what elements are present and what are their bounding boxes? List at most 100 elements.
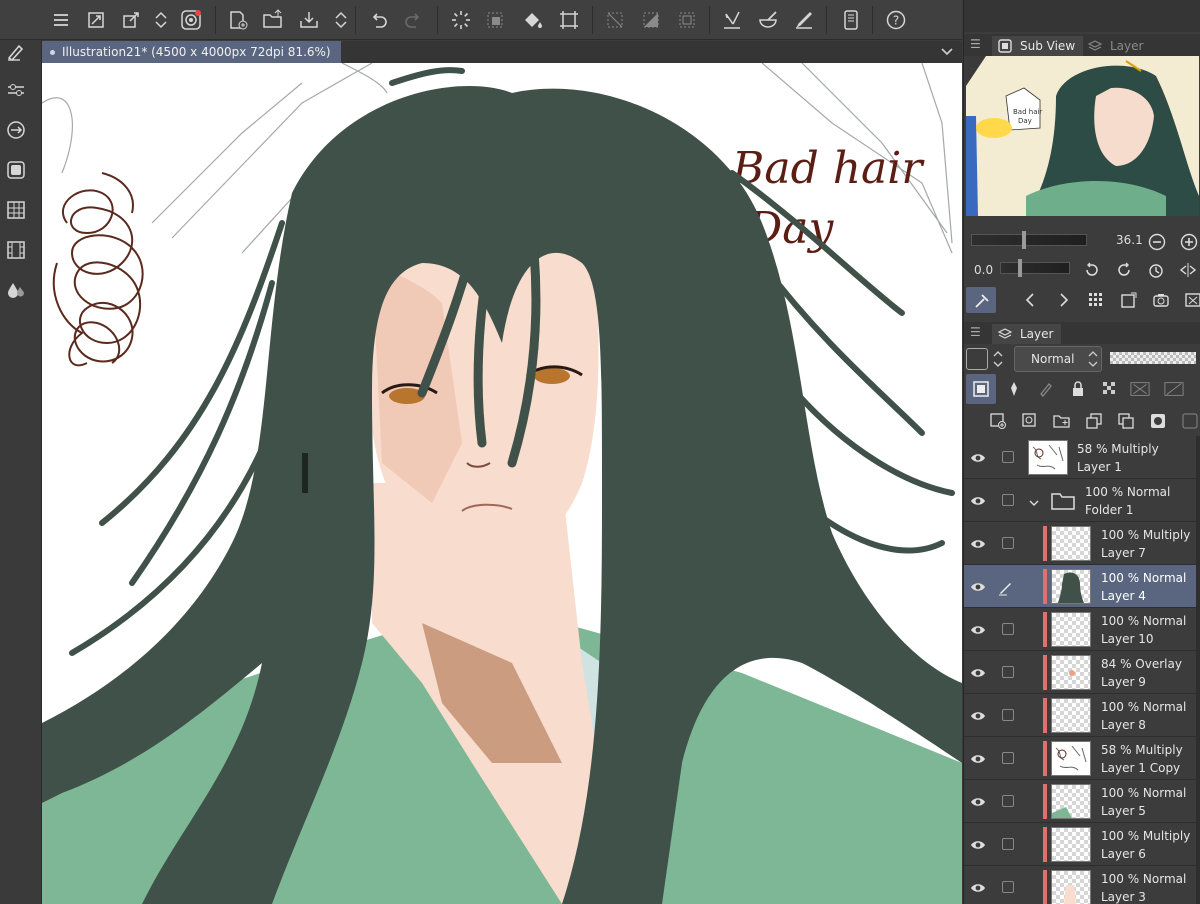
delete-image-icon[interactable]: [1183, 290, 1200, 310]
subview-image[interactable]: Bad hair Day: [966, 56, 1199, 216]
ruler-pen-icon[interactable]: [719, 7, 745, 33]
layer-checkbox[interactable]: [1002, 451, 1014, 463]
folder-expand-icon[interactable]: [1028, 494, 1040, 506]
layer-checkbox[interactable]: [1002, 838, 1014, 850]
rotate-right-icon[interactable]: [1114, 260, 1134, 280]
lock-transparency-icon[interactable]: [1100, 379, 1120, 399]
eye-icon[interactable]: [970, 837, 986, 853]
lock-icon[interactable]: [1068, 379, 1088, 399]
layer-row[interactable]: 100 % Normal Layer 5: [964, 780, 1200, 823]
zoom-slider-knob[interactable]: [1022, 231, 1026, 249]
eye-icon[interactable]: [970, 794, 986, 810]
blend-mode-select[interactable]: Normal: [1014, 346, 1102, 372]
layer-row[interactable]: 100 % Multiply Layer 7: [964, 522, 1200, 565]
zoom-in-icon[interactable]: [1179, 232, 1199, 252]
draft-layer-icon[interactable]: [1036, 379, 1056, 399]
grid-icon[interactable]: [3, 197, 29, 223]
pen-line-icon[interactable]: [791, 7, 817, 33]
eyedropper-button[interactable]: [966, 287, 996, 313]
layer-row[interactable]: 100 % Normal Layer 8: [964, 694, 1200, 737]
layer-row[interactable]: 58 % Multiply Layer 1 Copy: [964, 737, 1200, 780]
reference-layer-icon[interactable]: [1004, 379, 1024, 399]
rotation-slider-knob[interactable]: [1018, 259, 1022, 277]
layer-row[interactable]: 100 % Normal Layer 10: [964, 608, 1200, 651]
film-icon[interactable]: [3, 237, 29, 263]
transfer-down-icon[interactable]: [1084, 411, 1104, 431]
clip-lower-layer-button[interactable]: [966, 374, 996, 404]
layer-row[interactable]: 58 % Multiply Layer 1: [964, 436, 1200, 479]
delete-layer-icon[interactable]: [1180, 411, 1200, 431]
zoom-slider[interactable]: [971, 234, 1087, 246]
chevron-left-icon[interactable]: [1020, 290, 1040, 310]
eye-icon[interactable]: [970, 536, 986, 552]
help-icon[interactable]: ?: [883, 7, 909, 33]
pen-tool-icon[interactable]: [3, 38, 29, 64]
settings-sliders-icon[interactable]: [3, 77, 29, 103]
document-tab[interactable]: Illustration21* (4500 x 4000px 72dpi 81.…: [42, 41, 341, 63]
device-icon[interactable]: [838, 7, 864, 33]
redo-icon[interactable]: [400, 7, 426, 33]
arrows-updown-icon[interactable]: [328, 7, 354, 33]
layer-mask-icon[interactable]: [1148, 411, 1168, 431]
ruler-display-icon[interactable]: [1164, 379, 1184, 399]
drops-icon[interactable]: [3, 277, 29, 303]
new-raster-layer-icon[interactable]: [988, 411, 1008, 431]
crop-icon[interactable]: [556, 7, 582, 33]
zoom-out-icon[interactable]: [1147, 232, 1167, 252]
resize-canvas-icon[interactable]: [83, 7, 109, 33]
layer-checkbox[interactable]: [1002, 537, 1014, 549]
layer-checkbox[interactable]: [1002, 752, 1014, 764]
fill-icon[interactable]: [520, 7, 546, 33]
reset-rotation-icon[interactable]: [1146, 260, 1166, 280]
layer-checkbox[interactable]: [1002, 494, 1014, 506]
layer-checkbox[interactable]: [1002, 666, 1014, 678]
eye-icon[interactable]: [970, 450, 986, 466]
flip-horizontal-icon[interactable]: [1178, 260, 1198, 280]
arrows-updown-icon[interactable]: [148, 7, 174, 33]
drawing-canvas[interactable]: Bad hair Day: [42, 63, 962, 904]
eye-icon[interactable]: [970, 708, 986, 724]
ai-assist-icon[interactable]: [178, 7, 204, 33]
eye-icon[interactable]: [970, 665, 986, 681]
layer-list-scrollbar[interactable]: [1196, 436, 1200, 904]
invert-selection-icon[interactable]: [638, 7, 664, 33]
merge-down-icon[interactable]: [1116, 411, 1136, 431]
transform-icon[interactable]: [118, 7, 144, 33]
layer-mask-icon[interactable]: [3, 157, 29, 183]
layer-row[interactable]: 100 % Normal Layer 3: [964, 866, 1200, 904]
tab-layer-property[interactable]: Layer Property: [1082, 36, 1200, 73]
new-folder-icon[interactable]: [1052, 411, 1072, 431]
layer-row[interactable]: 100 % Normal Folder 1: [964, 479, 1200, 522]
layer-row[interactable]: 100 % Multiply Layer 6: [964, 823, 1200, 866]
layer-checkbox[interactable]: [1002, 709, 1014, 721]
deselect-icon[interactable]: [602, 7, 628, 33]
rotation-slider[interactable]: [1000, 262, 1070, 274]
arrows-updown-icon[interactable]: [992, 348, 1004, 374]
layer-row[interactable]: 84 % Overlay Layer 9: [964, 651, 1200, 694]
mask-enable-icon[interactable]: [1130, 379, 1150, 399]
undo-icon[interactable]: [366, 7, 392, 33]
selection-mask-icon[interactable]: [674, 7, 700, 33]
layer-color-icon[interactable]: [966, 348, 988, 370]
loading-icon[interactable]: [448, 7, 474, 33]
chevron-down-icon[interactable]: [940, 44, 954, 61]
layer-checkbox[interactable]: [1002, 623, 1014, 635]
tab-layer[interactable]: Layer: [992, 324, 1062, 344]
new-canvas-icon[interactable]: [225, 7, 251, 33]
eye-icon[interactable]: [970, 493, 986, 509]
opacity-slider[interactable]: [1110, 352, 1196, 364]
eye-icon[interactable]: [970, 579, 986, 595]
layer-panel-menu-icon[interactable]: ☰: [970, 325, 981, 339]
eye-icon[interactable]: [970, 751, 986, 767]
open-folder-icon[interactable]: [260, 7, 286, 33]
chevron-right-icon[interactable]: [1054, 290, 1074, 310]
transfer-icon[interactable]: [3, 117, 29, 143]
menu-icon[interactable]: [48, 7, 74, 33]
tab-subview[interactable]: Sub View: [992, 36, 1084, 56]
clear-icon[interactable]: [482, 7, 508, 33]
import-image-icon[interactable]: [1119, 290, 1139, 310]
brush-bowl-icon[interactable]: [755, 7, 781, 33]
eye-icon[interactable]: [970, 880, 986, 896]
rotate-left-icon[interactable]: [1082, 260, 1102, 280]
layer-checkbox[interactable]: [1002, 881, 1014, 893]
